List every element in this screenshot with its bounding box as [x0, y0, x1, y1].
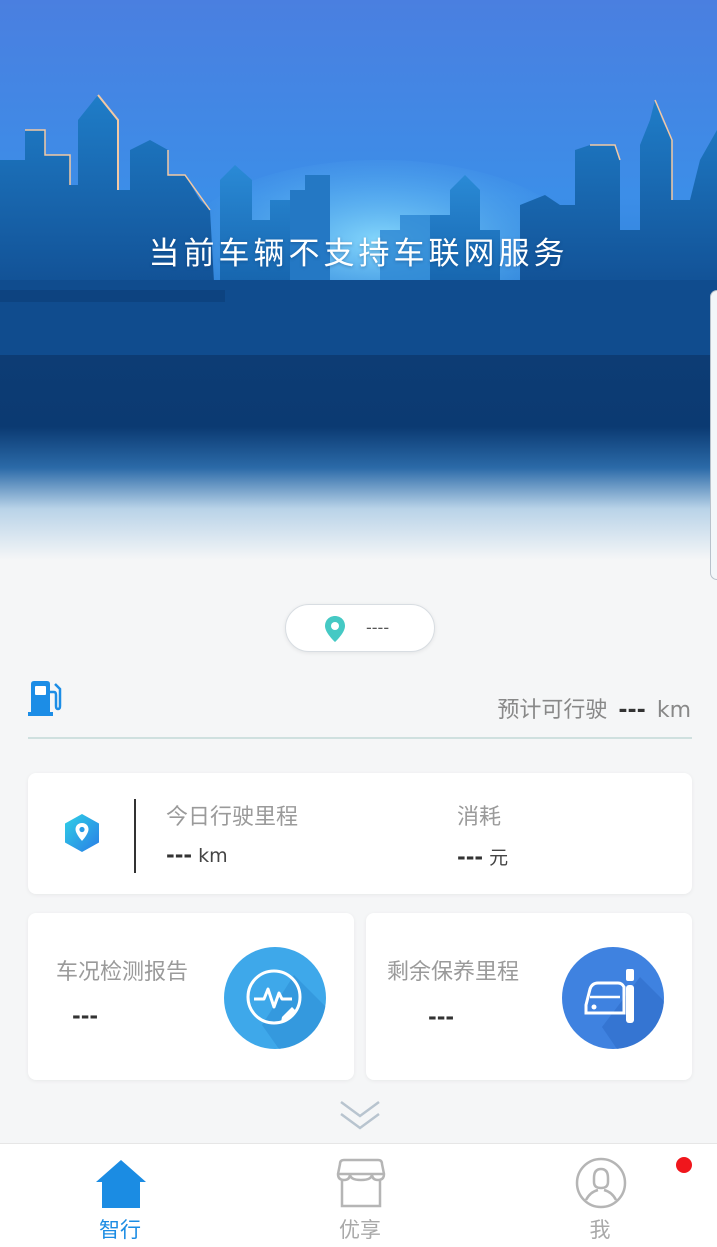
check-report-card[interactable]: 车况检测报告 ---: [28, 913, 354, 1080]
tab-label: 智行: [99, 1218, 141, 1242]
today-mileage-value: ---: [166, 843, 193, 867]
cost-label: 消耗: [457, 805, 502, 830]
health-monitor-icon: [224, 947, 326, 1049]
location-pin-icon: [324, 615, 346, 647]
range-unit: km: [656, 698, 691, 723]
chevron-down-icon[interactable]: [339, 1100, 381, 1136]
separator-line: [134, 799, 136, 873]
bottom-tab-bar: 智行 优享 我: [0, 1143, 717, 1247]
cost-value: ---: [457, 845, 484, 869]
unsupported-service-message: 当前车辆不支持车联网服务: [148, 236, 569, 272]
home-icon: [94, 1156, 148, 1214]
today-trip-card[interactable]: 今日行驶里程 --- km 消耗 --- 元: [28, 773, 692, 894]
side-drawer-handle[interactable]: [710, 290, 717, 580]
divider: [28, 737, 692, 739]
tab-me[interactable]: 我: [540, 1144, 660, 1247]
cost: --- 元: [457, 843, 508, 870]
cost-unit: 元: [489, 847, 509, 869]
range-label: 预计可行驶: [497, 698, 608, 723]
fuel-pump-icon: [28, 680, 62, 720]
user-icon: [574, 1156, 628, 1214]
tab-label: 我: [589, 1218, 611, 1242]
estimated-range: 预计可行驶 --- km: [497, 692, 691, 724]
tab-youxiang[interactable]: 优享: [300, 1144, 420, 1247]
today-mileage: --- km: [166, 843, 228, 867]
today-mileage-unit: km: [198, 845, 228, 867]
tab-zhixing[interactable]: 智行: [60, 1144, 180, 1247]
hero-banner: 当前车辆不支持车联网服务: [0, 0, 717, 560]
range-value: ---: [618, 698, 646, 723]
today-mileage-label: 今日行驶里程: [166, 805, 299, 830]
maintenance-value: ---: [428, 1005, 455, 1029]
tab-label: 优享: [339, 1218, 381, 1242]
store-icon: [334, 1156, 388, 1214]
check-report-value: ---: [72, 1004, 99, 1028]
city-skyline-illustration: [0, 0, 717, 560]
maintenance-label: 剩余保养里程: [387, 960, 520, 985]
notification-badge: [676, 1157, 692, 1173]
location-text: ----: [366, 618, 390, 637]
car-repair-icon: [562, 947, 664, 1049]
maintenance-card[interactable]: 剩余保养里程 ---: [366, 913, 692, 1080]
location-hexagon-icon: [62, 813, 102, 857]
location-pill[interactable]: ----: [285, 604, 435, 652]
check-report-label: 车况检测报告: [56, 960, 189, 985]
